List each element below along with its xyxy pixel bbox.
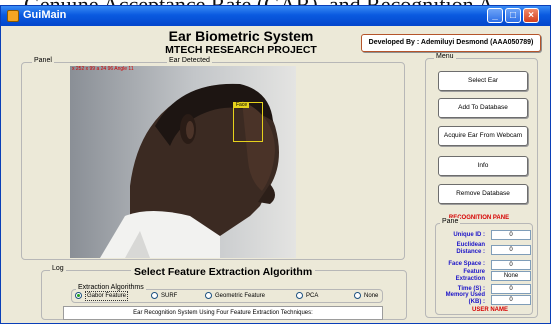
- window-title: GuiMain: [23, 9, 67, 21]
- extraction-algorithms-label: Extraction Algorithms: [76, 284, 146, 291]
- none-label: None: [364, 293, 379, 299]
- developer-credit: Developed By : Ademiluyi Desmond (AAA050…: [361, 34, 541, 52]
- radio-icon: [354, 292, 361, 299]
- gui-main-window: GuiMain _ □ × Ear Biometric System MTECH…: [0, 5, 551, 324]
- recognition-pane-title: RECOGNITION PANE: [448, 215, 510, 221]
- menu-label: Menu: [434, 53, 456, 60]
- radio-icon: [205, 292, 212, 299]
- euclidean-distance-label: Euclidean Distance :: [456, 242, 485, 255]
- panel-label: Panel: [32, 57, 54, 64]
- memory-used-row: Memory Used (KB) : 0: [437, 292, 533, 306]
- minimize-button[interactable]: _: [487, 8, 503, 23]
- radio-icon: [296, 292, 303, 299]
- ear-photo: [70, 66, 296, 258]
- memory-used-field[interactable]: 0: [491, 295, 531, 305]
- remove-database-button[interactable]: Remove Database: [438, 184, 528, 204]
- user-name-label: USER NAME: [471, 307, 508, 313]
- gabor-feature-label: Gabor Feature: [85, 291, 129, 301]
- unique-id-label: Unique ID :: [453, 232, 485, 238]
- app-subtitle: MTECH RESEARCH PROJECT: [165, 44, 317, 56]
- log-label: Log: [50, 265, 66, 272]
- maximize-button[interactable]: □: [505, 8, 521, 23]
- face-detection-box: Face: [233, 102, 263, 142]
- image-panel: Panel x 252 x 99 a 24 96 Angle 11 Face E…: [21, 57, 405, 260]
- detection-overlay-text: x 252 x 99 a 24 96 Angle 11: [72, 66, 134, 72]
- euclidean-distance-row: Euclidean Distance : 0: [437, 242, 533, 256]
- app-icon: [7, 10, 19, 22]
- unique-id-row: Unique ID : 0: [437, 228, 533, 242]
- memory-used-label: Memory Used (KB) :: [445, 292, 485, 305]
- euclidean-distance-field[interactable]: 0: [491, 245, 531, 255]
- face-box-label: Face: [234, 102, 250, 108]
- pane-label: Pane: [440, 218, 461, 225]
- ear-image: x 252 x 99 a 24 96 Angle 11 Face: [70, 66, 296, 258]
- feature-extraction-title: Select Feature Extraction Algorithm: [131, 266, 316, 278]
- title-bar: GuiMain _ □ ×: [1, 6, 550, 26]
- face-space-label: Face Space :: [448, 261, 485, 267]
- info-button[interactable]: Info: [438, 156, 528, 176]
- radio-icon: [151, 292, 158, 299]
- feature-extraction-row: Feature Extraction None: [437, 269, 533, 283]
- select-ear-button[interactable]: Select Ear: [438, 71, 528, 91]
- surf-label: SURF: [161, 293, 178, 299]
- feature-extraction-label: Feature Extraction: [455, 269, 485, 282]
- feature-extraction-field[interactable]: None: [491, 271, 531, 281]
- pca-label: PCA: [306, 293, 319, 299]
- app-title: Ear Biometric System: [168, 28, 314, 44]
- geometric-feature-label: Geometric Feature: [215, 293, 266, 299]
- radio-selected-icon: [75, 292, 82, 299]
- ear-detected-label: Ear Detected: [167, 57, 212, 64]
- add-to-database-button[interactable]: Add To Database: [438, 98, 528, 118]
- status-message: Ear Recognition System Using Four Featur…: [63, 306, 383, 320]
- unique-id-field[interactable]: 0: [491, 230, 531, 240]
- close-button[interactable]: ×: [523, 8, 539, 23]
- acquire-ear-webcam-button[interactable]: Acquire Ear From Webcam: [438, 126, 528, 146]
